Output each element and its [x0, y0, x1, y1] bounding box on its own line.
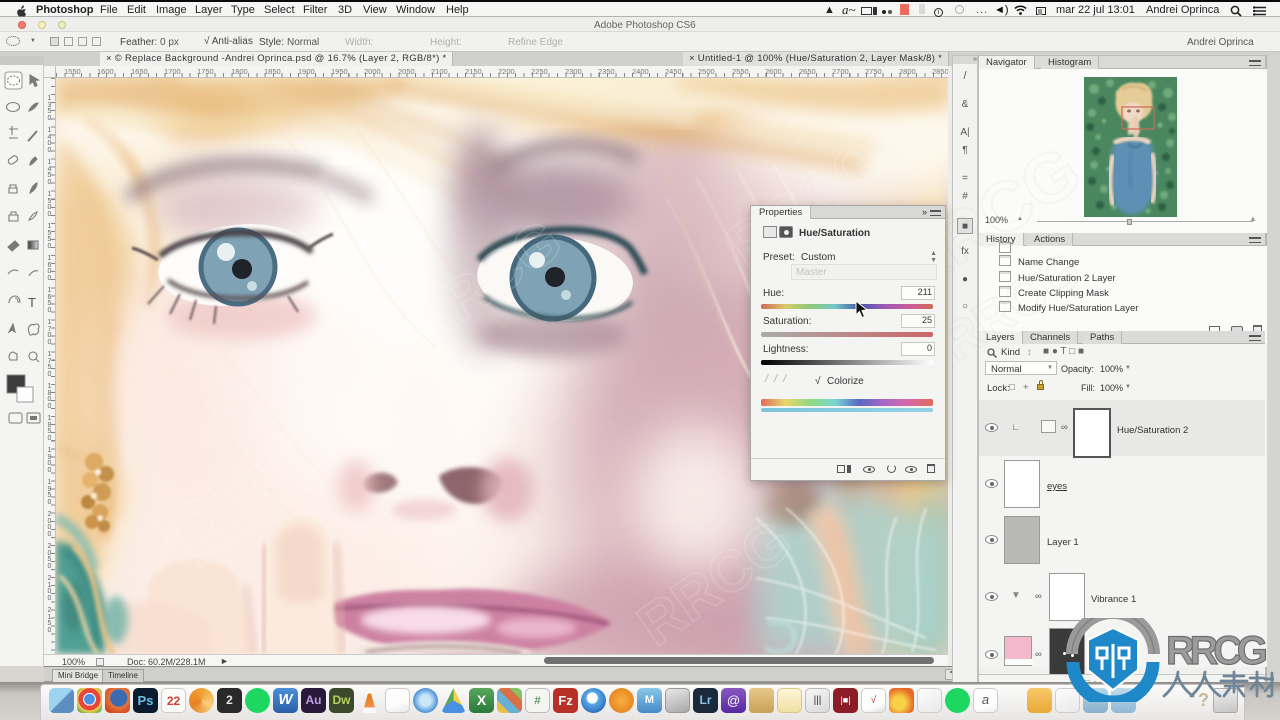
svg-text:T: T	[28, 295, 36, 310]
svg-text:RRCG: RRCG	[1166, 629, 1268, 673]
